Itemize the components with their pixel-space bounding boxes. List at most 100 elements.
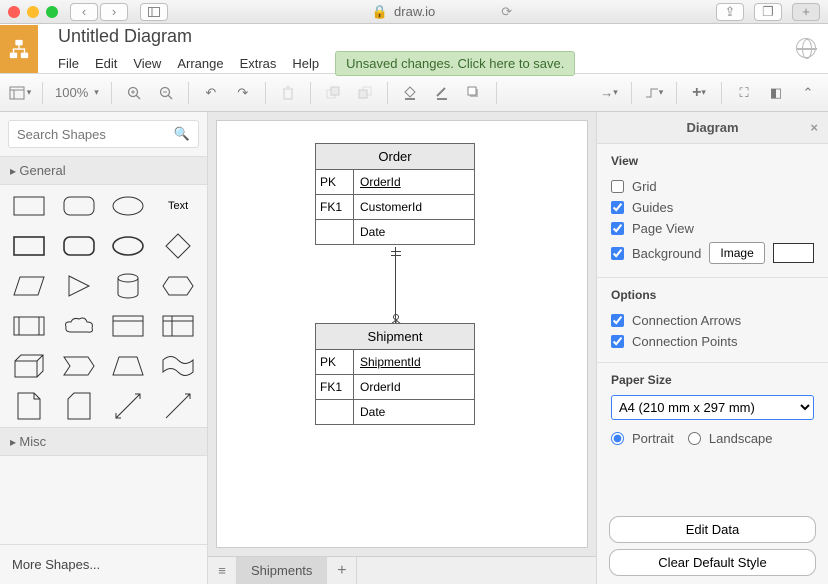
language-icon[interactable] (796, 38, 816, 58)
more-shapes[interactable]: More Shapes... (0, 544, 207, 584)
shadow-button[interactable] (460, 80, 488, 106)
bg-color-swatch[interactable] (773, 243, 814, 263)
opt-landscape[interactable]: Landscape (688, 428, 773, 449)
zoom-out-button[interactable] (152, 80, 180, 106)
shape-step[interactable] (60, 353, 98, 379)
shape-cloud[interactable] (60, 313, 98, 339)
zoom-in-button[interactable] (120, 80, 148, 106)
menu-extras[interactable]: Extras (240, 56, 277, 71)
bg-checkbox[interactable] (611, 247, 624, 260)
workarea: 🔍 ▸ General Text (0, 112, 828, 584)
category-label: General (19, 163, 65, 178)
lock-icon: 🔒 (372, 4, 388, 20)
opt-pageview[interactable]: Page View (611, 218, 814, 239)
shape-rounded[interactable] (60, 193, 98, 219)
opt-label: Connection Arrows (632, 313, 741, 328)
opt-guides[interactable]: Guides (611, 197, 814, 218)
shape-note[interactable] (10, 393, 48, 419)
text-shape-label: Text (168, 200, 188, 212)
menu-view[interactable]: View (133, 56, 161, 71)
waypoints-button[interactable]: ▾ (640, 80, 668, 106)
shape-ellipse-f[interactable] (110, 233, 148, 259)
connection-button[interactable]: → ▾ (595, 80, 623, 106)
row-key: FK1 (316, 375, 354, 399)
menu-file[interactable]: File (58, 56, 79, 71)
shape-table[interactable] (159, 313, 197, 339)
opt-portrait[interactable]: Portrait (611, 428, 674, 449)
tabs-button[interactable]: ❐ (754, 3, 782, 21)
menu-edit[interactable]: Edit (95, 56, 117, 71)
reload-icon[interactable]: ⟳ (501, 4, 512, 20)
to-front-button[interactable] (319, 80, 347, 106)
format-panel-icon[interactable]: ◧ (762, 80, 790, 106)
document-title[interactable]: Untitled Diagram (42, 22, 828, 47)
zoom-window[interactable] (46, 6, 58, 18)
share-button[interactable]: ⇪ (716, 3, 744, 21)
relationship-line[interactable] (395, 247, 396, 323)
entity-order[interactable]: Order PKOrderId FK1CustomerId Date (315, 143, 475, 245)
search-input[interactable] (17, 127, 157, 142)
shape-cube[interactable] (10, 353, 48, 379)
fullscreen-icon[interactable]: ⛶ (730, 80, 758, 106)
shape-triangle[interactable] (60, 273, 98, 299)
redo-button[interactable]: ↷ (229, 80, 257, 106)
opt-grid[interactable]: Grid (611, 176, 814, 197)
category-general[interactable]: ▸ General (0, 156, 207, 185)
sidebar-toggle[interactable] (140, 3, 168, 21)
close-window[interactable] (8, 6, 20, 18)
address-bar[interactable]: 🔒 draw.io ⟳ (274, 4, 610, 20)
row-value: OrderId (354, 170, 474, 194)
page-layout-button[interactable]: ▾ (6, 80, 34, 106)
menu-help[interactable]: Help (292, 56, 319, 71)
shape-hexagon[interactable] (159, 273, 197, 299)
clear-style-button[interactable]: Clear Default Style (609, 549, 816, 576)
shape-diamond[interactable] (159, 233, 197, 259)
insert-button[interactable]: + ▾ (685, 80, 713, 106)
paper-size-select[interactable]: A4 (210 mm x 297 mm) (611, 395, 814, 420)
shape-text[interactable]: Text (159, 193, 197, 219)
minimize-window[interactable] (27, 6, 39, 18)
shape-arrow[interactable] (159, 393, 197, 419)
forward-button[interactable]: › (100, 3, 128, 21)
opt-connection-arrows[interactable]: Connection Arrows (611, 310, 814, 331)
shape-rect-f[interactable] (10, 233, 48, 259)
entity-row: PKOrderId (316, 170, 474, 195)
shape-cylinder[interactable] (110, 273, 148, 299)
row-key (316, 400, 354, 424)
line-color-button[interactable] (428, 80, 456, 106)
url-text: draw.io (394, 4, 435, 19)
pages-menu[interactable]: ≡ (208, 557, 237, 584)
to-back-button[interactable] (351, 80, 379, 106)
shape-process[interactable] (10, 313, 48, 339)
category-misc[interactable]: ▸ Misc (0, 427, 207, 456)
add-page[interactable]: + (327, 557, 357, 584)
shape-header[interactable] (110, 313, 148, 339)
back-button[interactable]: ‹ (70, 3, 98, 21)
panel-icon (148, 7, 160, 17)
new-tab-button[interactable]: + (792, 3, 820, 21)
menu-arrange[interactable]: Arrange (177, 56, 223, 71)
close-icon[interactable]: × (810, 120, 818, 135)
entity-shipment[interactable]: Shipment PKShipmentId FK1OrderId Date (315, 323, 475, 425)
undo-button[interactable]: ↶ (197, 80, 225, 106)
search-shapes[interactable]: 🔍 (8, 120, 199, 148)
delete-button[interactable] (274, 80, 302, 106)
row-key: PK (316, 170, 354, 194)
shape-rect[interactable] (10, 193, 48, 219)
shape-ellipse[interactable] (110, 193, 148, 219)
zoom-level[interactable]: 100%▾ (51, 85, 103, 100)
shape-tape[interactable] (159, 353, 197, 379)
shape-trapezoid[interactable] (110, 353, 148, 379)
shape-bidir[interactable] (110, 393, 148, 419)
shape-rounded-f[interactable] (60, 233, 98, 259)
edit-data-button[interactable]: Edit Data (609, 516, 816, 543)
save-notice[interactable]: Unsaved changes. Click here to save. (335, 51, 575, 76)
shape-parallelogram[interactable] (10, 273, 48, 299)
fill-color-button[interactable] (396, 80, 424, 106)
drawing-sheet[interactable]: Order PKOrderId FK1CustomerId Date Shipm… (216, 120, 588, 548)
opt-connection-points[interactable]: Connection Points (611, 331, 814, 352)
image-button[interactable]: Image (709, 242, 764, 264)
shape-card[interactable] (60, 393, 98, 419)
collapse-icon[interactable]: ⌃ (794, 80, 822, 106)
page-tab-active[interactable]: Shipments (237, 557, 327, 584)
